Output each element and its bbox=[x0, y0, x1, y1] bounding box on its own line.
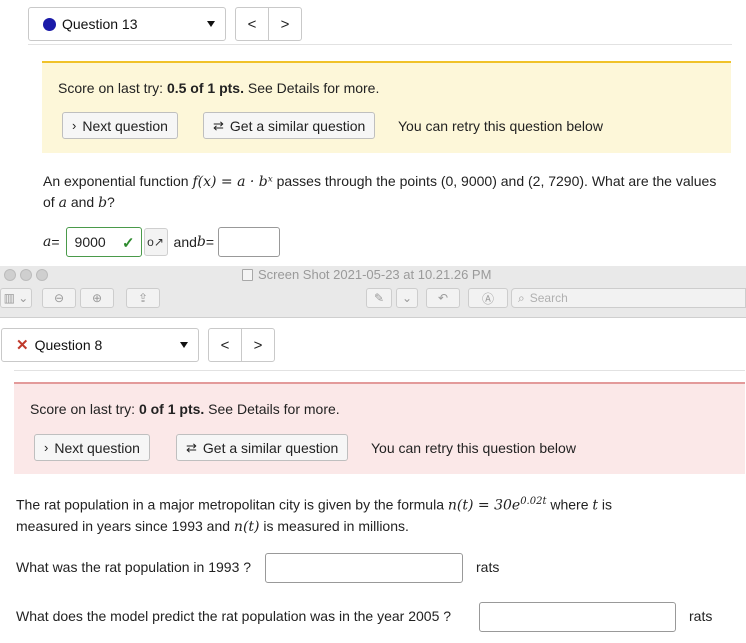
question-select-label: Question 8 bbox=[34, 337, 103, 353]
b-label: b bbox=[196, 234, 206, 250]
prompt-text: is bbox=[598, 496, 613, 513]
zoom-window-button[interactable] bbox=[36, 269, 48, 281]
similar-question-label: Get a similar question bbox=[229, 117, 366, 134]
b-answer-input[interactable] bbox=[218, 227, 281, 257]
preview-toolbar: Screen Shot 2021-05-23 at 10.21.26 PM ▥ … bbox=[0, 266, 746, 318]
prompt-line-1: The rat population in a major metropolit… bbox=[16, 492, 741, 516]
question-prompt: An exponential function f(x) = a · bˣ pa… bbox=[43, 171, 723, 213]
score-prefix: Score on last try: bbox=[30, 401, 139, 417]
score-value: 0 of 1 pts. bbox=[138, 401, 205, 417]
score-value: 0.5 of 1 pts. bbox=[166, 80, 244, 96]
next-question-button[interactable]: › Next question bbox=[62, 112, 178, 139]
prompt-formula: n(t) = 30e bbox=[447, 497, 521, 514]
annotate-icon[interactable]: Ⓐ bbox=[468, 288, 508, 308]
search-input[interactable]: ⌕ Search bbox=[511, 288, 746, 308]
zoom-out-icon[interactable]: ⊖ bbox=[42, 288, 76, 308]
prompt-exponent: 0.02t bbox=[520, 496, 547, 507]
population-2005-unit: rats bbox=[689, 608, 713, 624]
prompt-text: where bbox=[546, 496, 593, 513]
sidebar-toggle-icon[interactable]: ▥ ⌄ bbox=[0, 288, 32, 308]
prompt-line-2: measured in years since 1993 and n(t) is… bbox=[16, 516, 741, 537]
prompt-var-a: a bbox=[58, 195, 67, 211]
chevron-right-icon: › bbox=[72, 118, 77, 133]
previous-question-button[interactable]: < bbox=[235, 7, 269, 41]
document-icon bbox=[242, 268, 253, 281]
chevron-down-icon bbox=[180, 342, 188, 348]
a-answer-value: 9000 bbox=[74, 234, 106, 250]
divider bbox=[28, 44, 732, 45]
and-label: and bbox=[173, 234, 197, 250]
markup-dropdown-icon[interactable]: ⌄ bbox=[396, 288, 418, 308]
prompt-text: and bbox=[66, 194, 99, 210]
question-select[interactable]: ✕ Question 8 bbox=[1, 328, 199, 362]
rotate-icon[interactable]: ↶ bbox=[426, 288, 460, 308]
next-question-arrow-button[interactable]: > bbox=[268, 7, 302, 41]
minimize-window-button[interactable] bbox=[20, 269, 32, 281]
question-select-label: Question 13 bbox=[62, 16, 138, 32]
similar-question-button[interactable]: ⇄ Get a similar question bbox=[203, 112, 376, 139]
markup-pen-icon[interactable]: ✎ bbox=[366, 288, 392, 308]
prompt-text: The rat population in a major metropolit… bbox=[16, 496, 448, 513]
score-text: Score on last try: 0 of 1 pts. See Detai… bbox=[30, 401, 340, 417]
question-2005-label: What does the model predict the rat popu… bbox=[16, 608, 452, 624]
question-1993-label: What was the rat population in 1993 ? bbox=[16, 559, 252, 575]
score-banner: Score on last try: 0.5 of 1 pts. See Det… bbox=[42, 61, 731, 153]
swap-icon: ⇄ bbox=[213, 117, 224, 133]
window-title-text: Screen Shot 2021-05-23 at 10.21.26 PM bbox=[258, 267, 492, 282]
share-icon[interactable]: ⇪ bbox=[126, 288, 160, 308]
population-2005-input[interactable] bbox=[479, 602, 676, 632]
retry-text: You can retry this question below bbox=[398, 118, 603, 134]
score-suffix: See Details for more. bbox=[243, 80, 380, 96]
next-question-label: Next question bbox=[82, 117, 168, 134]
next-question-label: Next question bbox=[54, 439, 140, 456]
question-status-dot-icon bbox=[43, 17, 56, 31]
similar-question-button[interactable]: ⇄ Get a similar question bbox=[176, 434, 349, 461]
question-prompt: The rat population in a major metropolit… bbox=[16, 492, 741, 537]
answer-row: a = 9000 ✓ o↗ and b = bbox=[43, 227, 281, 257]
question-13-window: Question 13 < > Score on last try: 0.5 o… bbox=[0, 0, 746, 268]
chevron-down-icon bbox=[207, 21, 215, 27]
score-banner: Score on last try: 0 of 1 pts. See Detai… bbox=[14, 382, 745, 474]
incorrect-x-icon: ✕ bbox=[16, 337, 29, 354]
retry-text: You can retry this question below bbox=[371, 440, 576, 456]
question-select[interactable]: Question 13 bbox=[28, 7, 226, 41]
similar-question-label: Get a similar question bbox=[202, 439, 339, 456]
a-label: a bbox=[43, 234, 52, 250]
chevron-right-icon: › bbox=[44, 440, 49, 455]
prompt-formula: f(x) = a · bˣ bbox=[192, 174, 273, 190]
zoom-in-icon[interactable]: ⊕ bbox=[80, 288, 114, 308]
search-icon: ⌕ bbox=[518, 290, 525, 305]
population-1993-unit: rats bbox=[476, 559, 500, 575]
score-suffix: See Details for more. bbox=[204, 401, 340, 417]
prompt-text: measured in years since 1993 and bbox=[16, 517, 234, 534]
prompt-text: ? bbox=[107, 194, 115, 210]
divider bbox=[14, 370, 745, 371]
key-icon[interactable]: o↗ bbox=[143, 228, 168, 256]
population-1993-input[interactable] bbox=[265, 553, 463, 583]
window-title: Screen Shot 2021-05-23 at 10.21.26 PM bbox=[242, 267, 491, 282]
prompt-var-b: b bbox=[98, 195, 108, 211]
next-question-arrow-button[interactable]: > bbox=[241, 328, 275, 362]
previous-question-button[interactable]: < bbox=[208, 328, 242, 362]
prompt-text: An exponential function bbox=[43, 173, 193, 189]
check-icon: ✓ bbox=[121, 235, 135, 252]
next-question-button[interactable]: › Next question bbox=[34, 434, 150, 461]
score-prefix: Score on last try: bbox=[58, 80, 167, 96]
score-text: Score on last try: 0.5 of 1 pts. See Det… bbox=[58, 80, 379, 96]
search-placeholder: Search bbox=[529, 291, 568, 305]
b-label-eq: = bbox=[205, 234, 215, 250]
swap-icon: ⇄ bbox=[186, 439, 197, 455]
a-label-eq: = bbox=[51, 234, 60, 250]
close-window-button[interactable] bbox=[4, 269, 16, 281]
prompt-var-nt: n(t) bbox=[233, 518, 260, 535]
a-answer-input[interactable]: 9000 ✓ bbox=[65, 227, 142, 257]
prompt-text: is measured in millions. bbox=[259, 517, 409, 534]
